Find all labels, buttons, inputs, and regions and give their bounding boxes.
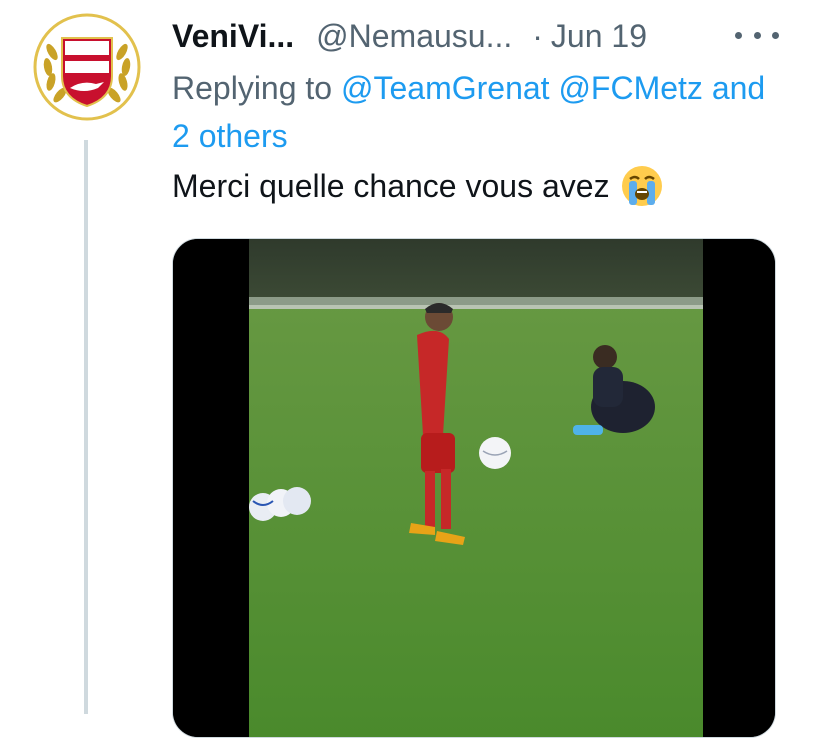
tweet-body: Merci quelle chance vous avez [172,168,610,204]
tweet-header: VeniVi... @Nemausu... · Jun 19 [172,14,779,58]
mention-link[interactable]: @FCMetz [558,70,702,106]
thread-line [84,140,88,714]
mention-link[interactable]: @TeamGrenat [341,70,550,106]
tweet-text: Merci quelle chance vous avez [172,162,664,210]
more-options-icon[interactable] [735,20,779,50]
replying-to: Replying to @TeamGrenat @FCMetz and 2 ot… [172,64,772,160]
tweet-date[interactable]: Jun 19 [551,18,647,55]
avatar[interactable] [32,12,142,122]
loudly-crying-face-icon [621,166,662,206]
tweet-video[interactable] [172,238,776,738]
replying-prefix: Replying to [172,70,333,106]
avatar-column [32,12,144,122]
display-name[interactable]: VeniVi... [172,18,294,55]
nimes-olympique-logo-icon [33,13,141,121]
user-handle[interactable]: @Nemausu... [316,18,512,55]
separator-dot: · [532,17,543,54]
video-frame [173,239,775,737]
